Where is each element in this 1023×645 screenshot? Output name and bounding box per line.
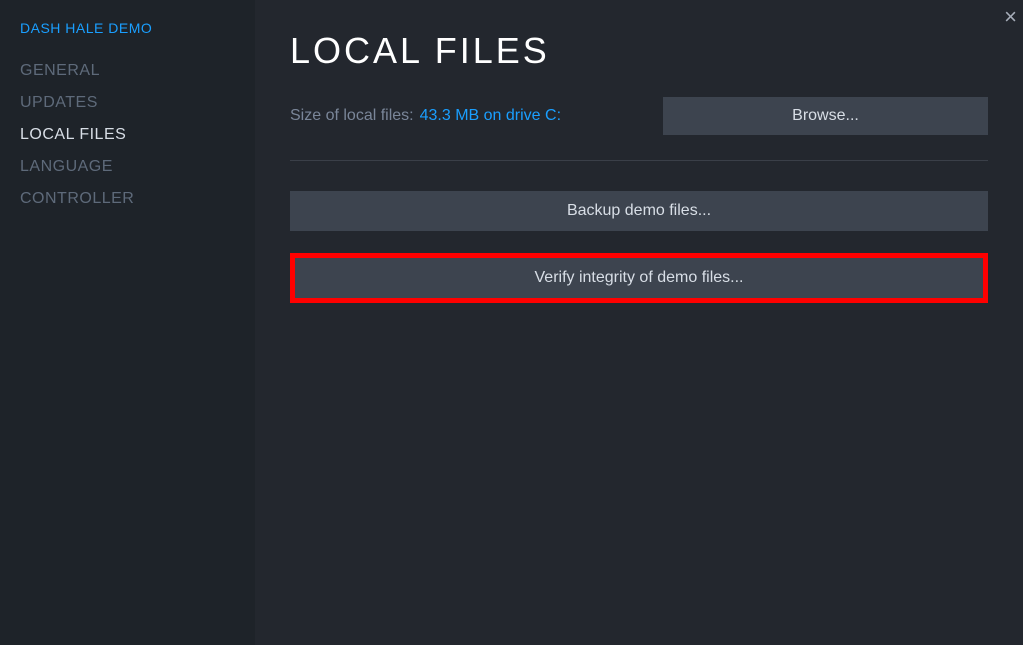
verify-button[interactable]: Verify integrity of demo files... <box>295 258 983 298</box>
sidebar-item-local-files[interactable]: LOCAL FILES <box>20 126 235 144</box>
divider <box>290 160 988 161</box>
size-text: Size of local files: 43.3 MB on drive C: <box>290 107 561 125</box>
page-title: LOCAL FILES <box>290 30 988 72</box>
verify-highlight: Verify integrity of demo files... <box>290 253 988 303</box>
sidebar-item-updates[interactable]: UPDATES <box>20 94 235 112</box>
browse-button[interactable]: Browse... <box>663 97 988 135</box>
close-icon[interactable]: × <box>1004 6 1017 28</box>
sidebar-item-controller[interactable]: CONTROLLER <box>20 190 235 208</box>
main-panel: × LOCAL FILES Size of local files: 43.3 … <box>255 0 1023 645</box>
sidebar: DASH HALE DEMO GENERAL UPDATES LOCAL FIL… <box>0 0 255 645</box>
backup-button[interactable]: Backup demo files... <box>290 191 988 231</box>
sidebar-item-general[interactable]: GENERAL <box>20 62 235 80</box>
size-row: Size of local files: 43.3 MB on drive C:… <box>290 97 988 135</box>
size-label: Size of local files: <box>290 107 414 125</box>
sidebar-item-language[interactable]: LANGUAGE <box>20 158 235 176</box>
app-title: DASH HALE DEMO <box>20 20 235 36</box>
size-value: 43.3 MB on drive C: <box>420 107 561 125</box>
